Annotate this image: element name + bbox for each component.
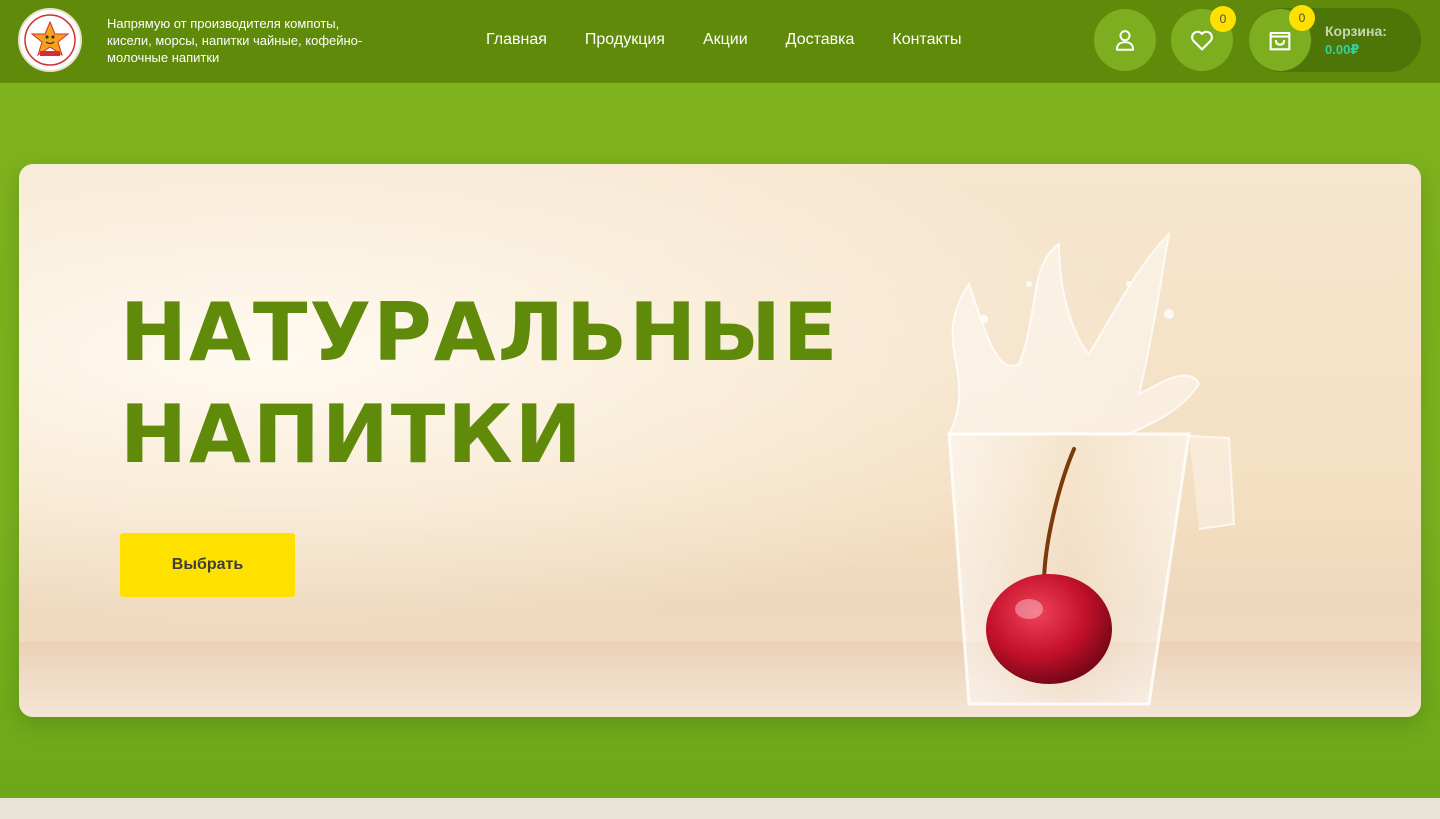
user-icon	[1115, 30, 1135, 51]
hero-banner: НАТУРАЛЬНЫЕ НАПИТКИ Выбрать	[19, 164, 1421, 717]
site-header: Напрямую от производителя компоты, кисел…	[0, 0, 1440, 83]
shopping-bag-icon	[1269, 31, 1291, 51]
wishlist-count-badge: 0	[1210, 6, 1236, 32]
wishlist-button[interactable]: 0	[1171, 6, 1236, 71]
cart-label: Корзина:	[1325, 23, 1387, 39]
hero-headline-line-2: НАПИТКИ	[120, 388, 584, 481]
nav-link-contacts[interactable]: Контакты	[892, 30, 961, 50]
account-button[interactable]	[1094, 9, 1156, 71]
brand-logo[interactable]	[18, 8, 82, 72]
star-logo-icon	[24, 14, 76, 66]
nav-link-promotions[interactable]: Акции	[703, 30, 748, 50]
hero-headline: НАТУРАЛЬНЫЕ НАПИТКИ	[120, 282, 840, 486]
cart-icon-circle: 0	[1249, 5, 1315, 71]
cart-button[interactable]: 0 Корзина: 0.00₽	[1249, 5, 1421, 72]
next-section-edge	[0, 798, 1440, 819]
cart-total: 0.00₽	[1325, 42, 1360, 57]
choose-button[interactable]: Выбрать	[120, 533, 295, 597]
nav-link-home[interactable]: Главная	[486, 30, 547, 50]
header-tagline: Напрямую от производителя компоты, кисел…	[107, 16, 363, 65]
cherry-splash-glass-image	[947, 231, 1236, 706]
heart-icon	[1191, 30, 1213, 51]
cart-count-badge: 0	[1289, 5, 1315, 31]
nav-link-products[interactable]: Продукция	[585, 30, 665, 50]
main-nav: Главная Продукция Акции Доставка Контакт…	[486, 30, 1000, 50]
nav-link-delivery[interactable]: Доставка	[786, 30, 855, 50]
hero-headline-line-1: НАТУРАЛЬНЫЕ	[120, 286, 840, 379]
